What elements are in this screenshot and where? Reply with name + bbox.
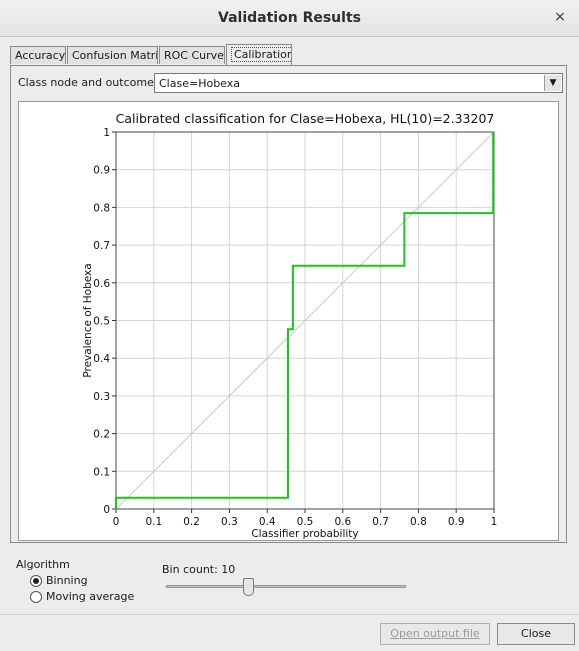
x-tick-label: 1 <box>491 516 498 528</box>
moving-average-radio-label: Moving average <box>46 590 135 603</box>
x-tick-label: 0.5 <box>297 516 314 528</box>
class-node-value: Clase=Hobexa <box>159 77 241 90</box>
close-button[interactable]: Close <box>497 623 575 645</box>
window-title: Validation Results <box>218 10 361 26</box>
calibration-panel: Class node and outcome Clase=Hobexa ▼ Ca… <box>10 65 567 543</box>
calibration-chart-svg: Calibrated classification for Clase=Hobe… <box>82 111 498 540</box>
y-tick-label: 0.6 <box>93 278 110 290</box>
x-tick-label: 0.2 <box>183 516 200 528</box>
x-tick-label: 0.8 <box>410 516 427 528</box>
moving-average-radio-dot[interactable] <box>30 591 42 603</box>
tab-confusion-matrix-label: Confusion Matrix <box>72 49 158 62</box>
bin-count-slider-track[interactable] <box>166 585 406 588</box>
open-output-file-button[interactable]: Open output file <box>380 623 490 645</box>
x-tick-label: 0.1 <box>145 516 162 528</box>
tab-calibration[interactable]: Calibration <box>226 44 292 66</box>
tab-roc-curve[interactable]: ROC Curve <box>159 46 225 64</box>
close-icon[interactable]: × <box>551 8 569 26</box>
y-tick-label: 0.2 <box>93 429 110 441</box>
tab-confusion-matrix[interactable]: Confusion Matrix <box>67 46 158 64</box>
x-tick-label: 0.7 <box>372 516 389 528</box>
bin-count-label: Bin count: 10 <box>162 563 236 576</box>
tab-accuracy[interactable]: Accuracy <box>10 46 66 64</box>
x-tick-label: 0 <box>113 516 120 528</box>
chevron-down-icon[interactable]: ▼ <box>544 75 561 91</box>
y-tick-label: 0.7 <box>93 240 110 252</box>
y-tick-label: 0.5 <box>93 316 110 328</box>
tab-calibration-label: Calibration <box>231 47 291 62</box>
algorithm-label: Algorithm <box>16 558 70 571</box>
y-tick-label: 0.8 <box>93 202 110 214</box>
y-tick-label: 1 <box>103 127 110 139</box>
x-tick-label: 0.3 <box>221 516 238 528</box>
tab-roc-curve-label: ROC Curve <box>164 49 224 62</box>
class-node-row: Class node and outcome Clase=Hobexa ▼ <box>18 73 563 93</box>
dialog-footer: Open output file Close <box>0 614 579 651</box>
binning-radio-dot[interactable] <box>30 575 42 587</box>
y-tick-label: 0.9 <box>93 165 110 177</box>
binning-radio-label: Binning <box>46 574 88 587</box>
y-tick-label: 0.3 <box>93 391 110 403</box>
x-tick-label: 0.9 <box>448 516 465 528</box>
x-axis-label: Classifier probability <box>251 528 358 540</box>
x-tick-label: 0.6 <box>334 516 351 528</box>
title-bar: Validation Results × <box>0 0 579 37</box>
calibration-chart: Calibrated classification for Clase=Hobe… <box>18 101 559 541</box>
class-node-select[interactable]: Clase=Hobexa ▼ <box>154 73 563 93</box>
class-node-label: Class node and outcome <box>18 76 154 89</box>
y-axis-label: Prevalence of Hobexa <box>82 263 94 377</box>
x-tick-label: 0.4 <box>259 516 276 528</box>
bin-count-slider-thumb[interactable] <box>243 578 254 596</box>
y-tick-label: 0.1 <box>93 466 110 478</box>
chart-title: Calibrated classification for Clase=Hobe… <box>116 111 495 126</box>
tab-accuracy-label: Accuracy <box>15 49 66 62</box>
y-tick-label: 0.4 <box>93 353 110 365</box>
y-tick-label: 0 <box>103 504 110 516</box>
